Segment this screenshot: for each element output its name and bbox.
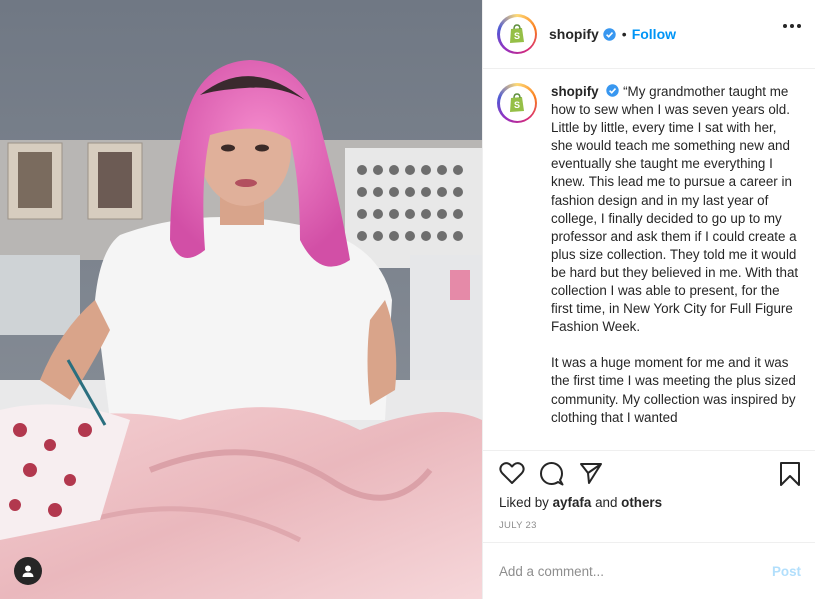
paper-plane-icon[interactable] <box>579 461 603 490</box>
svg-text:S: S <box>514 100 520 110</box>
post-sidebar: S shopify • Follow S shopify “My grandmo… <box>482 0 815 599</box>
verified-badge-icon <box>606 84 620 97</box>
post-date[interactable]: JULY 23 <box>499 520 537 531</box>
caption-avatar[interactable]: S <box>497 83 537 123</box>
bookmark-icon[interactable] <box>779 461 801 492</box>
follow-button[interactable]: Follow <box>632 26 676 42</box>
svg-text:S: S <box>514 31 520 41</box>
post-header: S shopify • Follow <box>483 0 815 69</box>
verified-badge-icon <box>603 27 616 41</box>
caption-paragraph-1: “My grandmother taught me how to sew whe… <box>551 84 799 335</box>
liked-by-user[interactable]: ayfafa <box>553 495 592 510</box>
separator-dot: • <box>621 26 627 42</box>
shopify-logo-icon: S <box>503 20 531 48</box>
caption-section: S shopify “My grandmother taught me how … <box>483 69 815 450</box>
likes-summary: Liked by ayfafa and others <box>499 495 662 510</box>
user-tag-icon <box>22 565 34 577</box>
user-tag-button[interactable] <box>14 557 42 585</box>
post-username[interactable]: shopify <box>549 26 599 42</box>
post-actions: Liked by ayfafa and others JULY 23 <box>483 450 815 542</box>
more-options-icon[interactable] <box>783 24 801 28</box>
caption-username[interactable]: shopify <box>551 84 599 99</box>
comment-bubble-icon[interactable] <box>539 461 564 491</box>
comment-form: Post <box>483 542 815 599</box>
liked-by-and: and <box>595 495 618 510</box>
post-photo[interactable] <box>0 0 482 599</box>
liked-by-prefix: Liked by <box>499 495 549 510</box>
shopify-logo-icon: S <box>503 89 531 117</box>
caption-text: shopify “My grandmother taught me how to… <box>551 83 799 450</box>
liked-by-others[interactable]: others <box>621 495 662 510</box>
avatar[interactable]: S <box>497 14 537 54</box>
heart-icon[interactable] <box>499 461 525 490</box>
comment-input[interactable] <box>499 563 772 579</box>
photo-image <box>0 0 482 599</box>
caption-paragraph-2: It was a huge moment for me and it was t… <box>551 355 796 425</box>
post-comment-button[interactable]: Post <box>772 564 801 579</box>
